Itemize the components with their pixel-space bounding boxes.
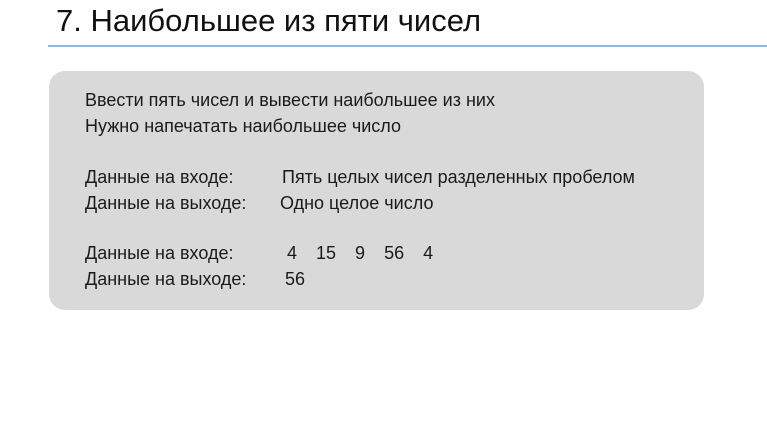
example-input-value: 9 (355, 243, 366, 263)
example-input-value: 4 (287, 243, 298, 263)
task-description-line-1: Ввести пять чисел и вывести наибольшее и… (85, 90, 495, 110)
output-spec: Одно целое число (280, 193, 434, 213)
slide-title: 7. Наибольшее из пяти чисел (56, 3, 482, 38)
input-spec-row: Данные на входе: Пять целых чисел разделе… (85, 166, 635, 188)
example-input-label: Данные на входе: (85, 243, 234, 263)
input-label: Данные на входе: (85, 167, 234, 187)
example-input-row: Данные на входе: 4 15 9 56 4 (85, 242, 433, 264)
title-underline (48, 45, 767, 47)
example-input-value: 56 (384, 243, 405, 263)
example-output-row: Данные на выходе: 56 (85, 268, 305, 290)
example-output-value: 56 (285, 269, 306, 289)
example-input-value: 4 (423, 243, 434, 263)
example-input-value: 15 (316, 243, 337, 263)
task-description-line-2: Нужно напечатать наибольшее число (85, 116, 402, 136)
output-spec-row: Данные на выходе: Одно целое число (85, 192, 433, 214)
output-label: Данные на выходе: (85, 193, 247, 213)
input-spec: Пять целых чисел разделенных пробелом (282, 167, 635, 187)
example-output-label: Данные на выходе: (85, 269, 247, 289)
task-card: Ввести пять чисел и вывести наибольшее и… (49, 71, 704, 310)
